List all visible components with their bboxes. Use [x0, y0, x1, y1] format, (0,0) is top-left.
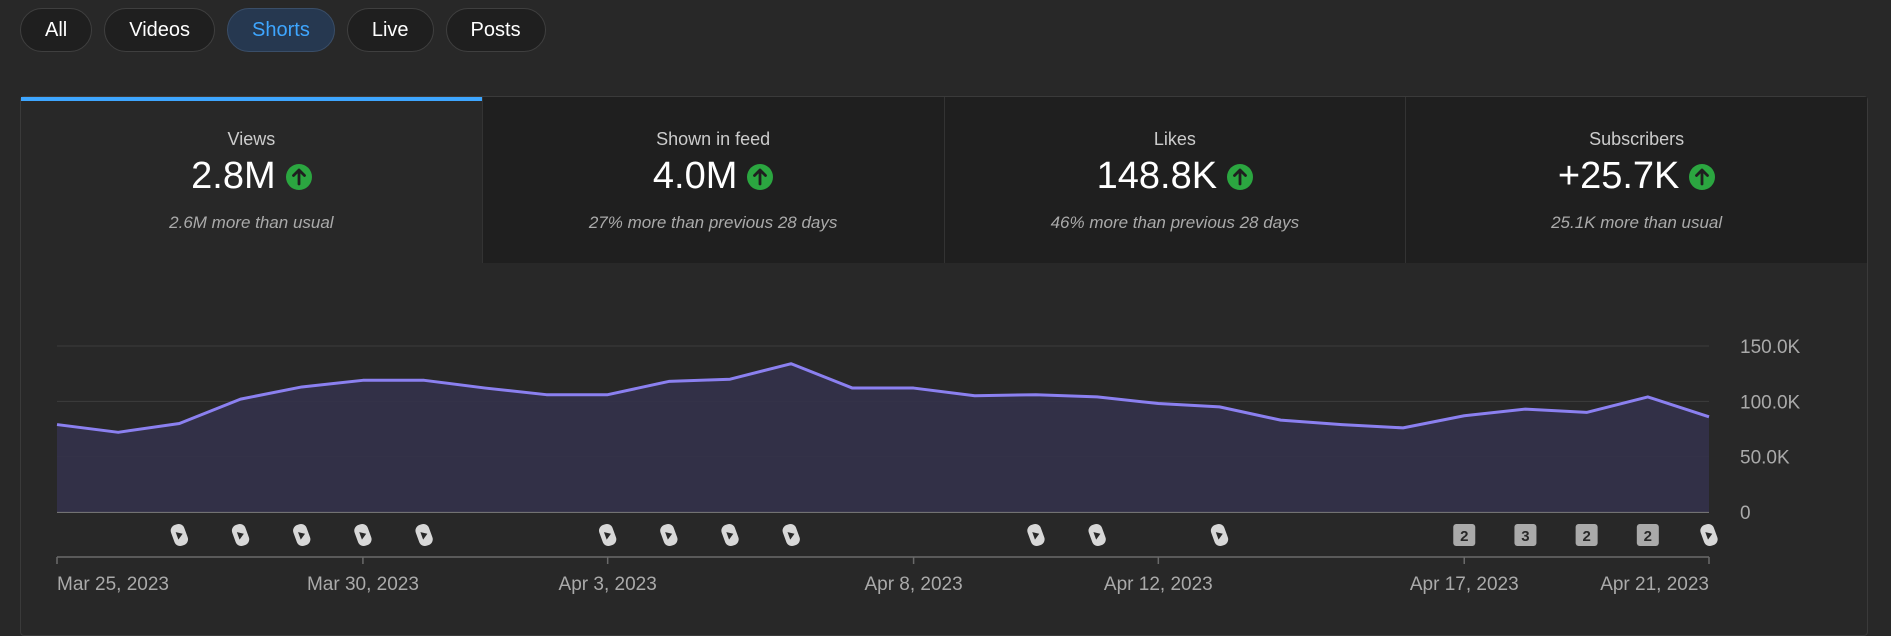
- shorts-icon[interactable]: [230, 522, 251, 547]
- shorts-icon[interactable]: [1209, 522, 1230, 547]
- publish-count: 2: [1644, 528, 1652, 545]
- x-tick-label: Apr 17, 2023: [1410, 574, 1519, 595]
- x-tick-label: Mar 25, 2023: [57, 574, 169, 595]
- y-tick-label: 50.0K: [1740, 448, 1790, 469]
- shorts-icon[interactable]: [781, 522, 802, 547]
- shorts-icon[interactable]: [414, 522, 435, 547]
- shorts-icon[interactable]: [659, 522, 680, 547]
- y-tick-label: 150.0K: [1740, 337, 1801, 358]
- publish-count: 3: [1521, 528, 1529, 545]
- publish-count: 2: [1460, 528, 1468, 545]
- shorts-icon[interactable]: [1699, 522, 1720, 547]
- shorts-icon[interactable]: [597, 522, 618, 547]
- x-tick-label: Apr 8, 2023: [864, 574, 962, 595]
- y-tick-label: 100.0K: [1740, 392, 1801, 413]
- x-tick-label: Apr 3, 2023: [559, 574, 657, 595]
- shorts-icon[interactable]: [291, 522, 312, 547]
- views-chart: 150.0K 100.0K 50.0K 0 2 3 2 2 Mar 25, 2023 Mar 30…: [56, 337, 1801, 595]
- shorts-icon[interactable]: [1026, 522, 1047, 547]
- y-tick-label: 0: [1740, 503, 1751, 524]
- shorts-icon[interactable]: [720, 522, 741, 547]
- x-tick-label: Mar 30, 2023: [307, 574, 419, 595]
- publish-count: 2: [1582, 528, 1590, 545]
- shorts-icon[interactable]: [1087, 522, 1108, 547]
- x-tick-label: Apr 21, 2023: [1600, 574, 1709, 595]
- shorts-icon[interactable]: [353, 522, 374, 547]
- shorts-icon[interactable]: [169, 522, 190, 547]
- x-tick-label: Apr 12, 2023: [1104, 574, 1213, 595]
